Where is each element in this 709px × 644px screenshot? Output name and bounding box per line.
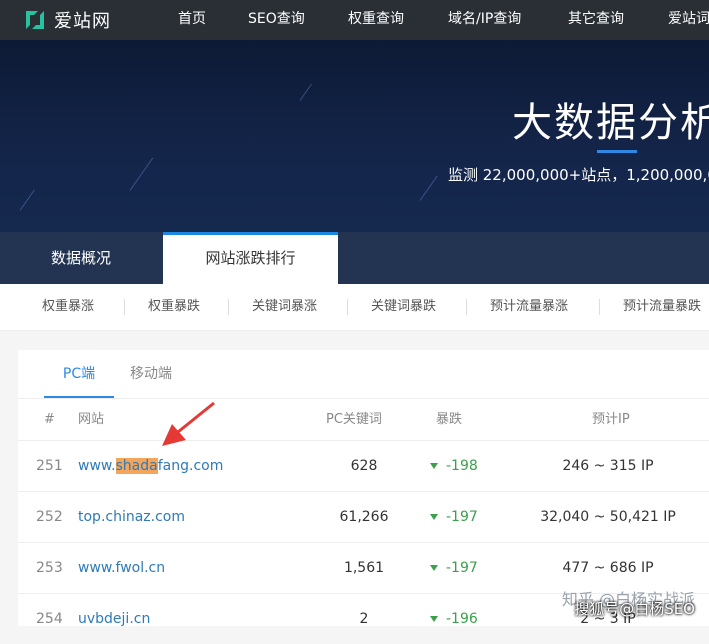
watermark-sohu: 搜狐号@白杨SEO xyxy=(574,600,695,618)
annotation-arrow-icon xyxy=(162,401,215,446)
